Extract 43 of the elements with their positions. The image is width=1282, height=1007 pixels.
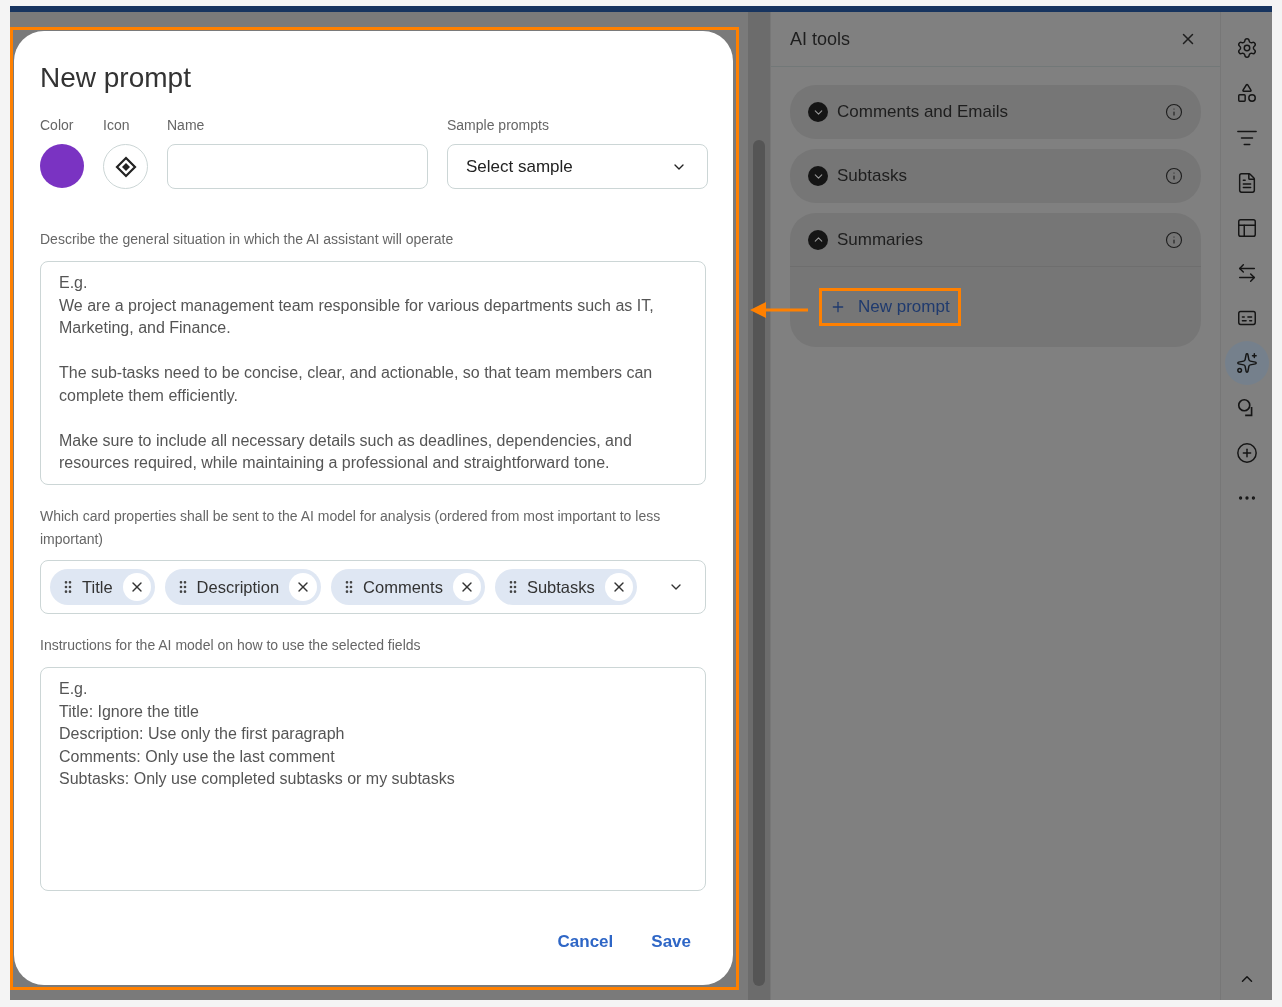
cancel-button[interactable]: Cancel: [549, 929, 622, 953]
property-chip[interactable]: Subtasks: [494, 569, 637, 605]
color-swatch[interactable]: [40, 144, 84, 188]
field-label: Icon: [103, 116, 131, 133]
layout-icon[interactable]: [1235, 217, 1258, 239]
collapse-icon: [808, 229, 828, 250]
field-label: Instructions for the AI model on how to use the selected fields: [40, 636, 422, 655]
property-chip[interactable]: Description: [164, 569, 322, 605]
field-label: Color: [40, 116, 75, 133]
situation-field[interactable]: E.g. We are a project management team responsible for various departments such as IT, Marketing, and Finance. The sub-tasks need to be concise, clear, and actionable, so that team members can complete them efficiently. Make sure to include all necessary details such as deadlines, dependencies, and resources required, while maintaining a professional and straightforward tone.: [40, 261, 706, 485]
remove-icon[interactable]: [604, 573, 633, 601]
name-field[interactable]: [167, 144, 428, 189]
properties-select[interactable]: Title Description Comments Subtasks: [40, 560, 706, 614]
diamond-icon: [114, 155, 137, 178]
accordion-header[interactable]: Subtasks: [790, 149, 1201, 203]
info-icon[interactable]: [1165, 167, 1183, 185]
settings-icon[interactable]: [1235, 37, 1258, 59]
scrollbar[interactable]: [753, 140, 765, 986]
field-label: Describe the general situation in which the AI assistant will operate: [40, 230, 455, 249]
remove-icon[interactable]: [122, 573, 151, 601]
plus-icon: [830, 299, 846, 315]
accordion-header[interactable]: Comments and Emails: [790, 85, 1201, 139]
field-label: Name: [167, 116, 206, 133]
shapes-icon[interactable]: [1235, 82, 1258, 104]
expand-icon: [808, 166, 828, 186]
add-icon[interactable]: [1235, 442, 1258, 464]
property-chip[interactable]: Comments: [331, 569, 485, 605]
field-label: Sample prompts: [447, 116, 550, 133]
sparkles-icon[interactable]: [1235, 352, 1258, 374]
remove-icon[interactable]: [289, 573, 318, 601]
instructions-field[interactable]: E.g. Title: Ignore the title Description: Use only the first paragraph Comments: Only use the last comment Subtasks: Only use completed subtasks or my subtasks: [40, 667, 706, 891]
dialog-title: New prompt: [40, 61, 192, 95]
expand-icon: [808, 102, 828, 122]
accordion-header[interactable]: Summaries: [790, 213, 1201, 267]
save-button[interactable]: Save: [643, 929, 699, 953]
field-label: Which card properties shall be sent to the AI model for analysis (ordered from most important to less important): [40, 507, 662, 549]
panel-title: AI tools: [790, 27, 851, 51]
remove-icon[interactable]: [452, 573, 481, 601]
sample-select[interactable]: Select sample: [447, 144, 708, 189]
info-icon[interactable]: [1165, 230, 1183, 249]
info-icon[interactable]: [1165, 103, 1183, 121]
property-chip[interactable]: Title: [50, 569, 155, 605]
arrow-icon: [748, 300, 810, 320]
